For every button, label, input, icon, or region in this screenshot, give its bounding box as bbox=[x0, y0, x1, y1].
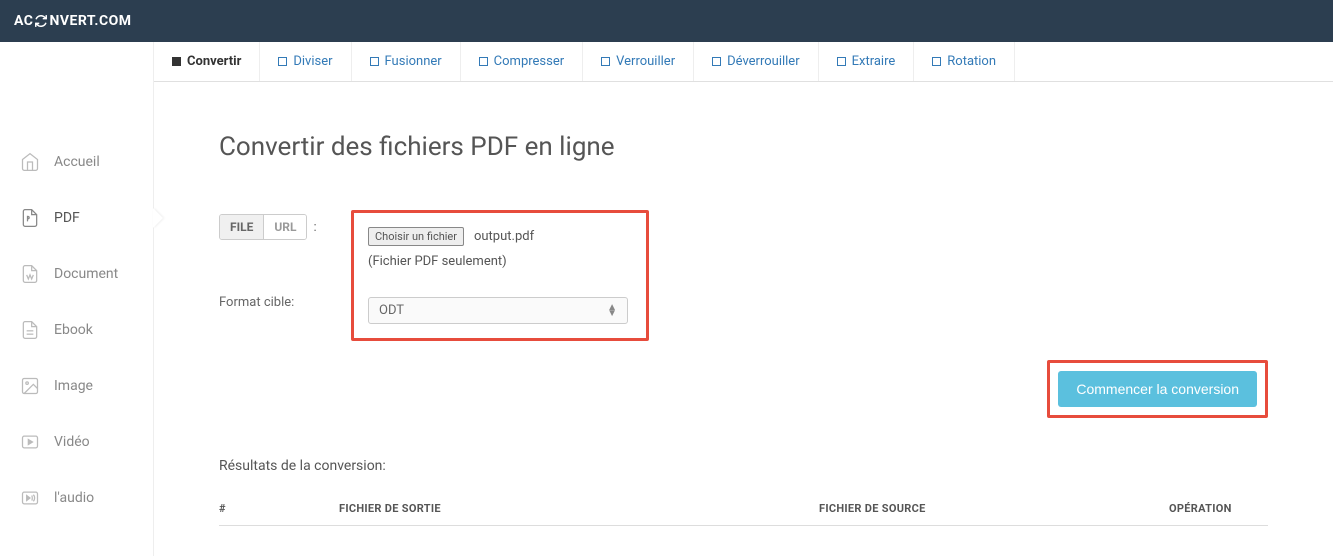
square-icon bbox=[601, 57, 610, 66]
tab-label: Fusionner bbox=[385, 54, 442, 69]
format-select[interactable]: ODT ▲▼ bbox=[368, 297, 628, 324]
document-icon bbox=[20, 264, 40, 284]
square-icon bbox=[172, 57, 181, 66]
brand-left: AC bbox=[14, 13, 33, 29]
tab-verrouiller[interactable]: Verrouiller bbox=[583, 42, 694, 81]
col-number: # bbox=[219, 502, 339, 515]
sidebar-item-accueil[interactable]: Accueil bbox=[0, 134, 153, 190]
tab-label: Extraire bbox=[852, 54, 896, 69]
square-icon bbox=[712, 57, 721, 66]
col-output-file: FICHIER DE SORTIE bbox=[339, 502, 819, 515]
file-hint: (Fichier PDF seulement) bbox=[368, 254, 632, 269]
page-title: Convertir des fichiers PDF en ligne bbox=[219, 132, 1268, 162]
format-value: ODT bbox=[379, 303, 404, 318]
square-icon bbox=[932, 57, 941, 66]
tab-compresser[interactable]: Compresser bbox=[461, 42, 583, 81]
refresh-icon bbox=[34, 14, 48, 28]
square-icon bbox=[837, 57, 846, 66]
brand-logo[interactable]: AC NVERT.COM bbox=[14, 13, 132, 29]
sidebar-item-pdf[interactable]: PDF bbox=[0, 190, 153, 246]
brand-right: NVERT.COM bbox=[49, 13, 131, 29]
format-label: Format cible: bbox=[219, 295, 294, 310]
sidebar-item-label: Vidéo bbox=[54, 434, 90, 450]
square-icon bbox=[479, 57, 488, 66]
sidebar: Accueil PDF Document Ebook Image bbox=[0, 42, 153, 556]
convert-button-highlight: Commencer la conversion bbox=[1047, 360, 1268, 418]
sidebar-item-document[interactable]: Document bbox=[0, 246, 153, 302]
tab-extraire[interactable]: Extraire bbox=[819, 42, 915, 81]
toggle-file[interactable]: FILE bbox=[220, 215, 264, 239]
sidebar-item-video[interactable]: Vidéo bbox=[0, 414, 153, 470]
tab-fusionner[interactable]: Fusionner bbox=[352, 42, 461, 81]
tab-label: Convertir bbox=[187, 54, 241, 69]
tab-rotation[interactable]: Rotation bbox=[914, 42, 1015, 81]
start-conversion-button[interactable]: Commencer la conversion bbox=[1058, 371, 1257, 407]
home-icon bbox=[20, 152, 40, 172]
choose-file-button[interactable]: Choisir un fichier bbox=[368, 227, 464, 246]
pdf-icon bbox=[20, 208, 40, 228]
sidebar-item-audio[interactable]: l'audio bbox=[0, 470, 153, 526]
sidebar-item-label: Image bbox=[54, 378, 93, 394]
tab-label: Verrouiller bbox=[616, 54, 675, 69]
tab-label: Compresser bbox=[494, 54, 564, 69]
select-arrows-icon: ▲▼ bbox=[607, 305, 617, 317]
tab-label: Déverrouiller bbox=[727, 54, 800, 69]
tab-label: Diviser bbox=[293, 54, 332, 69]
source-toggle: FILE URL bbox=[219, 214, 307, 240]
sidebar-item-image[interactable]: Image bbox=[0, 358, 153, 414]
tab-convertir[interactable]: Convertir bbox=[154, 42, 260, 81]
tabs: Convertir Diviser Fusionner Compresser V… bbox=[154, 42, 1333, 82]
selected-file-name: output.pdf bbox=[474, 229, 534, 244]
col-source-file: FICHIER DE SOURCE bbox=[819, 502, 1169, 515]
col-operation: OPÉRATION bbox=[1169, 502, 1268, 515]
sidebar-item-label: Accueil bbox=[54, 154, 100, 170]
ebook-icon bbox=[20, 320, 40, 340]
video-icon bbox=[20, 432, 40, 452]
sidebar-item-label: l'audio bbox=[54, 490, 94, 506]
toggle-url[interactable]: URL bbox=[264, 215, 306, 239]
results-label: Résultats de la conversion: bbox=[219, 458, 1268, 474]
colon: : bbox=[313, 220, 316, 235]
sidebar-item-label: PDF bbox=[54, 210, 80, 226]
tab-diviser[interactable]: Diviser bbox=[260, 42, 351, 81]
file-input-highlight: Choisir un fichier output.pdf (Fichier P… bbox=[351, 210, 649, 341]
audio-icon bbox=[20, 488, 40, 508]
tab-label: Rotation bbox=[947, 54, 996, 69]
square-icon bbox=[370, 57, 379, 66]
top-header: AC NVERT.COM bbox=[0, 0, 1333, 42]
results-table-header: # FICHIER DE SORTIE FICHIER DE SOURCE OP… bbox=[219, 492, 1268, 526]
square-icon bbox=[278, 57, 287, 66]
tab-deverrouiller[interactable]: Déverrouiller bbox=[694, 42, 819, 81]
sidebar-item-ebook[interactable]: Ebook bbox=[0, 302, 153, 358]
sidebar-item-label: Document bbox=[54, 266, 118, 282]
image-icon bbox=[20, 376, 40, 396]
sidebar-item-label: Ebook bbox=[54, 322, 93, 338]
